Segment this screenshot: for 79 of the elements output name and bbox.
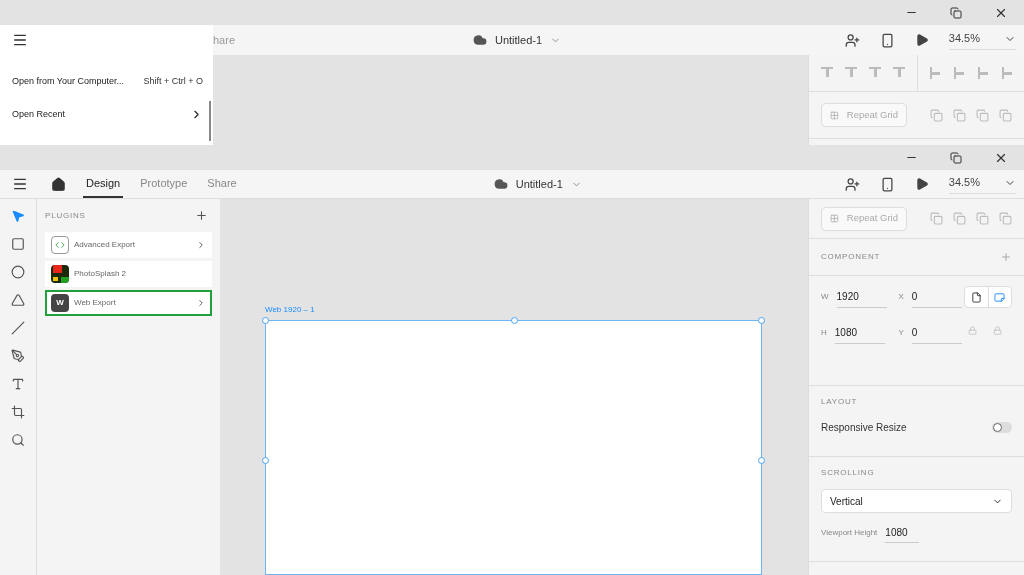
restore-icon[interactable]	[950, 6, 962, 19]
home-icon[interactable]	[51, 176, 66, 192]
cloud-icon	[493, 177, 508, 191]
exclude-icon[interactable]	[999, 108, 1012, 122]
add-icon[interactable]	[195, 209, 208, 222]
intersect-icon[interactable]	[976, 108, 989, 122]
zoom-dropdown[interactable]: 34.5%	[948, 30, 1016, 50]
menu-item[interactable]: Open from Your Computer... Shift + Ctrl + O	[0, 65, 207, 98]
resize-handle[interactable]	[262, 457, 269, 464]
menu-icon[interactable]	[12, 176, 28, 192]
plugin-logo: W	[51, 294, 69, 312]
plugin-logo	[51, 265, 69, 283]
scrolling-dropdown[interactable]: Vertical	[821, 489, 1012, 513]
text-tool-icon[interactable]	[11, 377, 25, 391]
select-tool-icon[interactable]	[11, 209, 25, 223]
code-export-icon	[51, 236, 69, 254]
toggle-switch[interactable]	[992, 422, 1012, 433]
exclude-icon[interactable]	[999, 212, 1012, 225]
distribute-icon[interactable]	[893, 67, 905, 79]
zoom-tool-icon[interactable]	[11, 433, 25, 447]
intersect-icon[interactable]	[976, 212, 989, 225]
viewport-height-field[interactable]: 1080	[885, 523, 920, 543]
subtract-icon[interactable]	[953, 108, 966, 122]
align-left-icon[interactable]	[930, 67, 942, 79]
align-bottom-icon[interactable]	[869, 67, 881, 79]
field-label: H	[821, 327, 827, 339]
subtract-icon[interactable]	[953, 212, 966, 225]
share-user-icon[interactable]	[844, 32, 860, 48]
section-title: COMPONENT	[821, 251, 881, 263]
ellipse-tool-icon[interactable]	[11, 265, 25, 279]
pen-tool-icon[interactable]	[11, 349, 25, 363]
cloud-icon	[473, 33, 487, 47]
grid-icon	[830, 109, 839, 121]
setting-label: Viewport Height	[821, 527, 878, 539]
share-user-icon[interactable]	[844, 176, 860, 192]
union-icon[interactable]	[930, 108, 943, 122]
panel-title: PLUGINS	[45, 209, 86, 222]
line-tool-icon[interactable]	[11, 321, 25, 335]
align-center-icon[interactable]	[954, 67, 966, 79]
play-icon[interactable]	[914, 33, 929, 47]
page-icon	[970, 291, 982, 303]
dimension-field[interactable]: 1920	[836, 286, 887, 308]
align-middle-icon[interactable]	[845, 67, 857, 79]
align-right-icon[interactable]	[978, 67, 990, 79]
field-label: X	[898, 291, 904, 303]
triangle-tool-icon[interactable]	[11, 293, 25, 307]
plugin-item[interactable]: Advanced Export	[45, 232, 212, 258]
rectangle-tool-icon[interactable]	[11, 237, 25, 251]
plugin-item[interactable]: PhotoSplash 2	[45, 261, 212, 287]
page-icon	[994, 291, 1006, 303]
phone-preview-icon[interactable]	[879, 176, 895, 192]
document-title-dropdown[interactable]: Untitled-1	[515, 175, 582, 193]
resize-handle[interactable]	[758, 457, 765, 464]
play-icon[interactable]	[914, 177, 929, 191]
section-title: SCROLLING	[821, 467, 876, 479]
phone-preview-icon[interactable]	[879, 32, 895, 48]
field-label: W	[821, 291, 829, 303]
section-title: LAYOUT	[821, 396, 859, 408]
menu-icon[interactable]	[12, 32, 28, 48]
resize-handle[interactable]	[758, 317, 765, 324]
dimension-field[interactable]: 1080	[834, 322, 885, 344]
setting-label: Responsive Resize	[821, 421, 907, 435]
dimension-field[interactable]: 0	[911, 286, 962, 308]
plugin-item[interactable]: W Web Export	[45, 290, 212, 316]
menu-item[interactable]: Open Recent	[0, 98, 207, 131]
field-label: Y	[898, 327, 904, 339]
distribute-horizontal-icon[interactable]	[1002, 67, 1014, 79]
restore-icon[interactable]	[950, 151, 962, 164]
document-title-dropdown[interactable]: Untitled-1	[495, 31, 562, 49]
artboard-tool-icon[interactable]	[11, 405, 25, 419]
grid-icon	[830, 213, 839, 224]
union-icon[interactable]	[930, 212, 943, 225]
align-top-icon[interactable]	[821, 67, 833, 79]
resize-handle[interactable]	[262, 317, 269, 324]
resize-handle[interactable]	[511, 317, 518, 324]
shortcut-label: Shift + Ctrl + O	[143, 74, 203, 88]
zoom-dropdown[interactable]: 34.5%	[948, 174, 1016, 194]
scrollbar-thumb[interactable]	[209, 101, 211, 141]
dimension-field[interactable]: 0	[911, 322, 962, 344]
